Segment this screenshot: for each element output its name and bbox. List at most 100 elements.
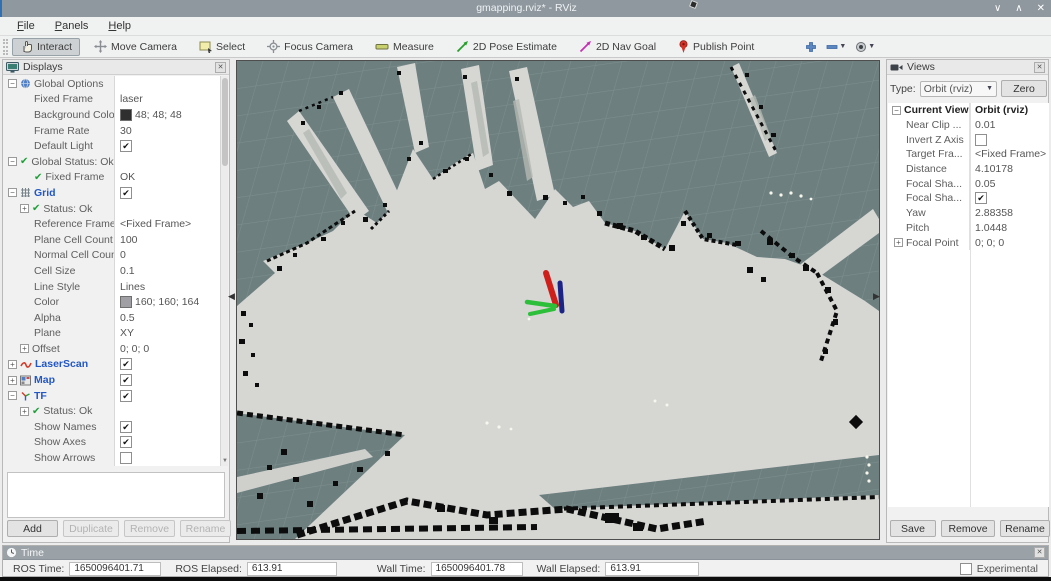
remove-view-button[interactable]: Remove (941, 520, 995, 537)
expand-toggle[interactable] (20, 407, 29, 416)
checkbox-checked[interactable] (120, 358, 132, 370)
save-view-button[interactable]: Save (890, 520, 936, 537)
move-camera-tool-button[interactable]: Move Camera (86, 38, 185, 56)
row-map-display[interactable]: Map (4, 372, 222, 388)
row-distance[interactable]: Distance 4.10178 (888, 162, 1049, 177)
row-show-axes[interactable]: Show Axes (4, 435, 222, 451)
row-frame-rate[interactable]: Frame Rate 30 (4, 123, 222, 139)
row-show-arrows[interactable]: Show Arrows (4, 450, 222, 466)
checkbox-unchecked[interactable] (120, 452, 132, 464)
row-plane[interactable]: Plane XY (4, 326, 222, 342)
row-near-clip[interactable]: Near Clip ... 0.01 (888, 118, 1049, 133)
minimize-button[interactable]: ∨ (994, 1, 1001, 16)
row-focal-point[interactable]: Focal Point 0; 0; 0 (888, 235, 1049, 250)
pose-estimate-tool-button[interactable]: 2D Pose Estimate (448, 38, 565, 56)
row-alpha[interactable]: Alpha 0.5 (4, 310, 222, 326)
view-type-combo[interactable]: Orbit (rviz) ▼ (920, 81, 997, 97)
collapse-toggle[interactable] (8, 391, 17, 400)
measure-tool-button[interactable]: Measure (367, 38, 442, 56)
collapse-toggle[interactable] (8, 79, 17, 88)
remove-tool-minus-icon[interactable]: ▼ (823, 40, 849, 54)
checkbox-checked[interactable] (120, 421, 132, 433)
tool-bar: Interact Move Camera Select Focus Camera… (0, 36, 1051, 58)
row-grid-status[interactable]: Status: Ok (4, 201, 222, 217)
color-swatch[interactable] (120, 296, 132, 308)
expand-toggle[interactable] (8, 376, 17, 385)
views-close-icon[interactable] (1034, 62, 1045, 73)
row-laserscan-display[interactable]: LaserScan (4, 357, 222, 373)
scrollbar-thumb[interactable] (222, 78, 228, 166)
select-tool-button[interactable]: Select (191, 38, 253, 56)
zero-view-button[interactable]: Zero (1001, 80, 1047, 97)
checkbox-checked[interactable] (120, 436, 132, 448)
publish-point-tool-button[interactable]: Publish Point (670, 38, 762, 56)
focus-camera-tool-button[interactable]: Focus Camera (259, 38, 361, 56)
menu-help[interactable]: Help (99, 19, 140, 33)
row-plane-cell-count[interactable]: Plane Cell Count 100 (4, 232, 222, 248)
menu-file[interactable]: File (8, 19, 44, 33)
row-grid-color[interactable]: Color 160; 160; 164 (4, 294, 222, 310)
time-close-icon[interactable] (1034, 547, 1045, 558)
ros-time-value[interactable]: 1650096401.71 (69, 562, 161, 576)
displays-scrollbar[interactable] (220, 76, 228, 466)
experimental-label: Experimental (977, 563, 1038, 575)
row-pitch[interactable]: Pitch 1.0448 (888, 221, 1049, 236)
row-cell-size[interactable]: Cell Size 0.1 (4, 263, 222, 279)
window-title: gmapping.rviz* - RViz (2, 2, 1051, 14)
row-offset[interactable]: Offset 0; 0; 0 (4, 341, 222, 357)
add-display-button[interactable]: Add (7, 520, 58, 537)
row-current-view[interactable]: Current View Orbit (rviz) (888, 103, 1049, 118)
row-grid-display[interactable]: Grid (4, 185, 222, 201)
left-panel-splitter-arrow[interactable] (228, 291, 235, 302)
checkbox-checked[interactable] (120, 374, 132, 386)
collapse-toggle[interactable] (892, 106, 901, 115)
displays-close-icon[interactable] (215, 62, 226, 73)
row-global-status[interactable]: Global Status: Ok (4, 154, 222, 170)
scrollbar-down-arrow-icon[interactable] (221, 457, 229, 466)
maximize-button[interactable]: ∧ (1015, 1, 1022, 16)
expand-toggle[interactable] (20, 344, 29, 353)
row-normal-cell-count[interactable]: Normal Cell Count 0 (4, 248, 222, 264)
row-focal-shape-size[interactable]: Focal Sha... 0.05 (888, 176, 1049, 191)
wall-elapsed-value[interactable]: 613.91 (605, 562, 699, 576)
row-reference-frame[interactable]: Reference Frame <Fixed Frame> (4, 216, 222, 232)
tool-properties-icon[interactable]: ▼ (852, 40, 878, 54)
wall-time-value[interactable]: 1650096401.78 (431, 562, 523, 576)
slam-map-canvas[interactable] (237, 61, 879, 539)
add-tool-plus-icon[interactable] (802, 40, 820, 54)
row-show-names[interactable]: Show Names (4, 419, 222, 435)
interact-tool-button[interactable]: Interact (12, 38, 80, 56)
row-global-options[interactable]: Global Options (4, 76, 222, 92)
color-swatch[interactable] (120, 109, 132, 121)
close-button[interactable]: ✕ (1037, 1, 1045, 16)
row-fixed-frame[interactable]: Fixed Frame laser (4, 92, 222, 108)
checkbox-checked[interactable] (120, 140, 132, 152)
row-fixed-frame-status[interactable]: Fixed Frame OK (4, 170, 222, 186)
checkbox-checked[interactable] (120, 390, 132, 402)
checkbox-checked[interactable] (975, 192, 987, 204)
row-background-color[interactable]: Background Color 48; 48; 48 (4, 107, 222, 123)
row-line-style[interactable]: Line Style Lines (4, 279, 222, 295)
row-focal-shape-fixed[interactable]: Focal Sha... (888, 191, 1049, 206)
ros-elapsed-value[interactable]: 613.91 (247, 562, 337, 576)
row-tf-status[interactable]: Status: Ok (4, 403, 222, 419)
row-yaw[interactable]: Yaw 2.88358 (888, 206, 1049, 221)
expand-toggle[interactable] (20, 204, 29, 213)
row-default-light[interactable]: Default Light (4, 138, 222, 154)
nav-goal-tool-button[interactable]: 2D Nav Goal (571, 38, 664, 56)
global-options-icon (20, 78, 31, 89)
experimental-checkbox[interactable] (960, 563, 972, 575)
right-panel-splitter-arrow[interactable] (873, 291, 880, 302)
collapse-toggle[interactable] (8, 188, 17, 197)
expand-toggle[interactable] (8, 360, 17, 369)
checkbox-unchecked[interactable] (975, 134, 987, 146)
rename-view-button[interactable]: Rename (1000, 520, 1050, 537)
row-invert-z-axis[interactable]: Invert Z Axis (888, 132, 1049, 147)
checkbox-checked[interactable] (120, 187, 132, 199)
collapse-toggle[interactable] (8, 157, 17, 166)
expand-toggle[interactable] (894, 238, 903, 247)
3d-viewport[interactable] (236, 60, 880, 540)
row-tf-display[interactable]: TF (4, 388, 222, 404)
row-target-frame[interactable]: Target Fra... <Fixed Frame> (888, 147, 1049, 162)
menu-panels[interactable]: Panels (46, 19, 98, 33)
